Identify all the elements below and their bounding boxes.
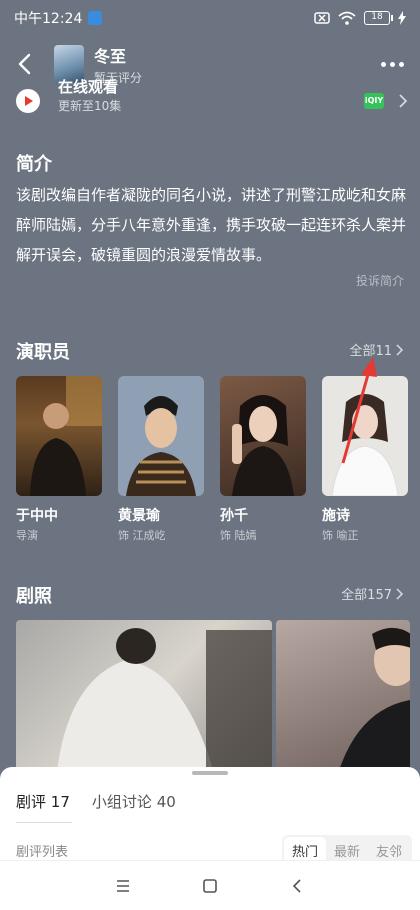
- sim-off-icon: [314, 12, 330, 24]
- more-options-icon[interactable]: [376, 52, 408, 76]
- sheet-drag-handle[interactable]: [192, 771, 228, 775]
- tab-divider: [16, 822, 72, 823]
- intro-text: 该剧改编自作者凝陇的同名小说，讲述了刑警江成屹和女麻醉师陆嫣，分手八年意外重逢，…: [16, 186, 407, 264]
- intro-heading: 简介: [16, 154, 52, 175]
- chevron-right-icon: [399, 94, 408, 108]
- tab-reviews[interactable]: 剧评 17: [16, 791, 70, 812]
- cast-photo: [118, 376, 204, 496]
- cast-heading: 演职员: [16, 342, 70, 363]
- tab-group-discussion[interactable]: 小组讨论 40: [92, 791, 176, 812]
- cast-role: 饰 江成屹: [118, 529, 166, 542]
- stills-view-all-link[interactable]: 全部157: [341, 584, 404, 603]
- still-photo[interactable]: [276, 620, 410, 780]
- cast-role: 导演: [16, 529, 38, 542]
- status-time: 中午12:24: [14, 11, 83, 27]
- wifi-icon: [338, 11, 356, 25]
- cast-role: 饰 陆嫣: [220, 529, 257, 542]
- cast-name: 施诗: [322, 508, 350, 524]
- cast-name: 黄景瑜: [118, 508, 160, 524]
- tab-group-count: 40: [156, 793, 176, 811]
- stills-heading: 剧照: [16, 586, 52, 607]
- cast-photo: [16, 376, 102, 496]
- cast-name: 于中中: [16, 508, 58, 524]
- battery-icon: 18: [364, 11, 393, 25]
- cast-name: 孙千: [220, 508, 248, 524]
- annotation-arrow: [341, 357, 377, 464]
- charging-icon: [398, 11, 406, 25]
- cast-card[interactable]: 孙千 饰 陆嫣: [220, 376, 306, 543]
- back-nav-icon[interactable]: [285, 874, 309, 898]
- cast-photo: [220, 376, 306, 496]
- watch-online-label: 在线观看: [58, 78, 119, 96]
- watch-online-row[interactable]: 在线观看 更新至10集 iQIY: [16, 78, 408, 118]
- tab-reviews-label: 剧评: [16, 793, 47, 811]
- chevron-right-icon: [396, 343, 404, 356]
- system-nav-bar: [0, 860, 420, 910]
- review-list-label: 剧评列表: [16, 845, 69, 860]
- battery-level: 18: [371, 12, 383, 22]
- episode-update-text: 更新至10集: [58, 99, 122, 113]
- stills-view-all-label: 全部157: [341, 588, 392, 603]
- app-notification-icon: [88, 11, 103, 25]
- still-photo[interactable]: [16, 620, 272, 780]
- page-title: 冬至: [94, 46, 127, 66]
- chevron-right-icon: [396, 587, 404, 600]
- tab-reviews-count: 17: [50, 793, 70, 811]
- cast-card[interactable]: 于中中 导演: [16, 376, 102, 543]
- menu-icon[interactable]: [111, 874, 135, 898]
- home-icon[interactable]: [198, 874, 222, 898]
- cast-role: 饰 喻正: [322, 529, 359, 542]
- status-bar: 中午12:24 18: [0, 0, 420, 36]
- cast-card[interactable]: 黄景瑜 饰 江成屹: [118, 376, 204, 543]
- back-icon[interactable]: [12, 48, 36, 80]
- report-intro-link[interactable]: 投诉简介: [356, 272, 404, 289]
- play-icon: [16, 89, 40, 113]
- stills-row: [16, 620, 410, 780]
- tab-group-label: 小组讨论: [91, 793, 152, 811]
- iqiyi-logo-icon: iQIY: [364, 93, 384, 109]
